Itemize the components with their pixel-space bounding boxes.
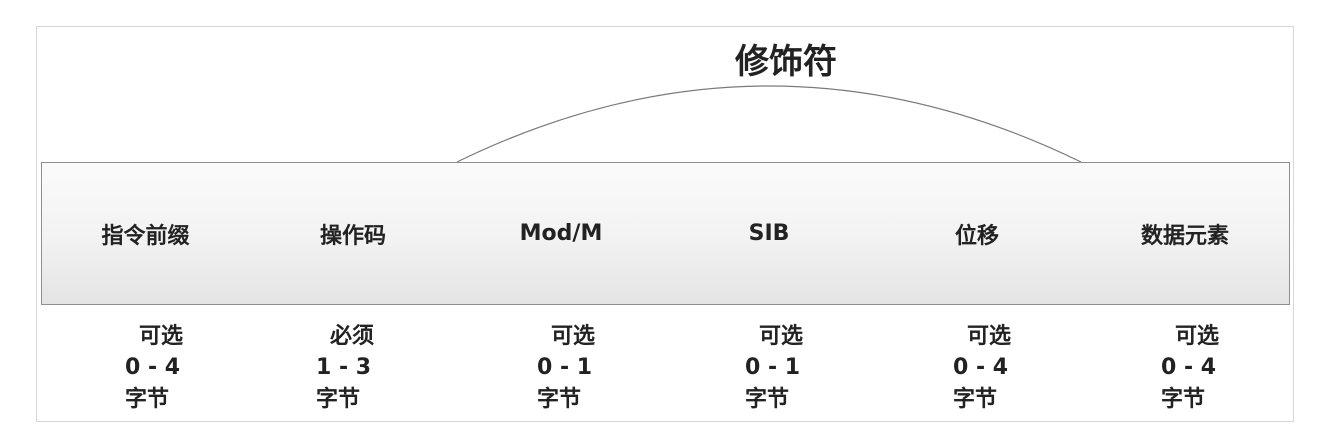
- field-label: SIB: [748, 221, 790, 246]
- field-info-data-element: 可选 0 - 4 字节: [1161, 322, 1281, 416]
- field-requirement: 可选: [551, 324, 596, 349]
- field-label: 数据元素: [1140, 223, 1229, 249]
- field-info-displacement: 可选 0 - 4 字节: [953, 322, 1073, 416]
- field-requirement: 必须: [330, 324, 375, 349]
- field-byte-range: 0 - 1: [745, 355, 801, 380]
- field-info-opcode: 必须 1 - 3 字节: [316, 322, 436, 416]
- field-info-sib: 可选 0 - 1 字节: [745, 322, 865, 416]
- field-requirement: 可选: [967, 324, 1012, 349]
- field-label: Mod/M: [519, 221, 603, 246]
- field-displacement: 位移: [873, 162, 1082, 305]
- field-unit: 字节: [125, 387, 170, 412]
- field-unit: 字节: [745, 387, 790, 412]
- field-unit: 字节: [316, 387, 361, 412]
- field-sib: SIB: [665, 162, 874, 305]
- field-data-element: 数据元素: [1081, 162, 1290, 305]
- field-info-modrm: 可选 0 - 1 字节: [537, 322, 657, 416]
- field-byte-range: 1 - 3: [316, 355, 372, 380]
- field-unit: 字节: [537, 387, 582, 412]
- field-byte-range: 0 - 4: [125, 355, 181, 380]
- field-instruction-prefix: 指令前缀: [41, 162, 250, 305]
- field-byte-range: 0 - 4: [1161, 355, 1217, 380]
- field-requirement: 可选: [1175, 324, 1220, 349]
- field-opcode: 操作码: [249, 162, 458, 305]
- field-requirement: 可选: [139, 324, 184, 349]
- field-unit: 字节: [1161, 387, 1206, 412]
- field-requirement: 可选: [759, 324, 804, 349]
- field-modrm: Mod/M: [457, 162, 666, 305]
- field-unit: 字节: [953, 387, 998, 412]
- field-byte-range: 0 - 1: [537, 355, 593, 380]
- field-label: 指令前缀: [101, 223, 190, 249]
- modifier-label: 修饰符: [730, 40, 842, 84]
- field-byte-range: 0 - 4: [953, 355, 1009, 380]
- field-label: 位移: [954, 223, 999, 249]
- field-label: 操作码: [319, 223, 386, 249]
- field-info-instruction-prefix: 可选 0 - 4 字节: [125, 322, 245, 416]
